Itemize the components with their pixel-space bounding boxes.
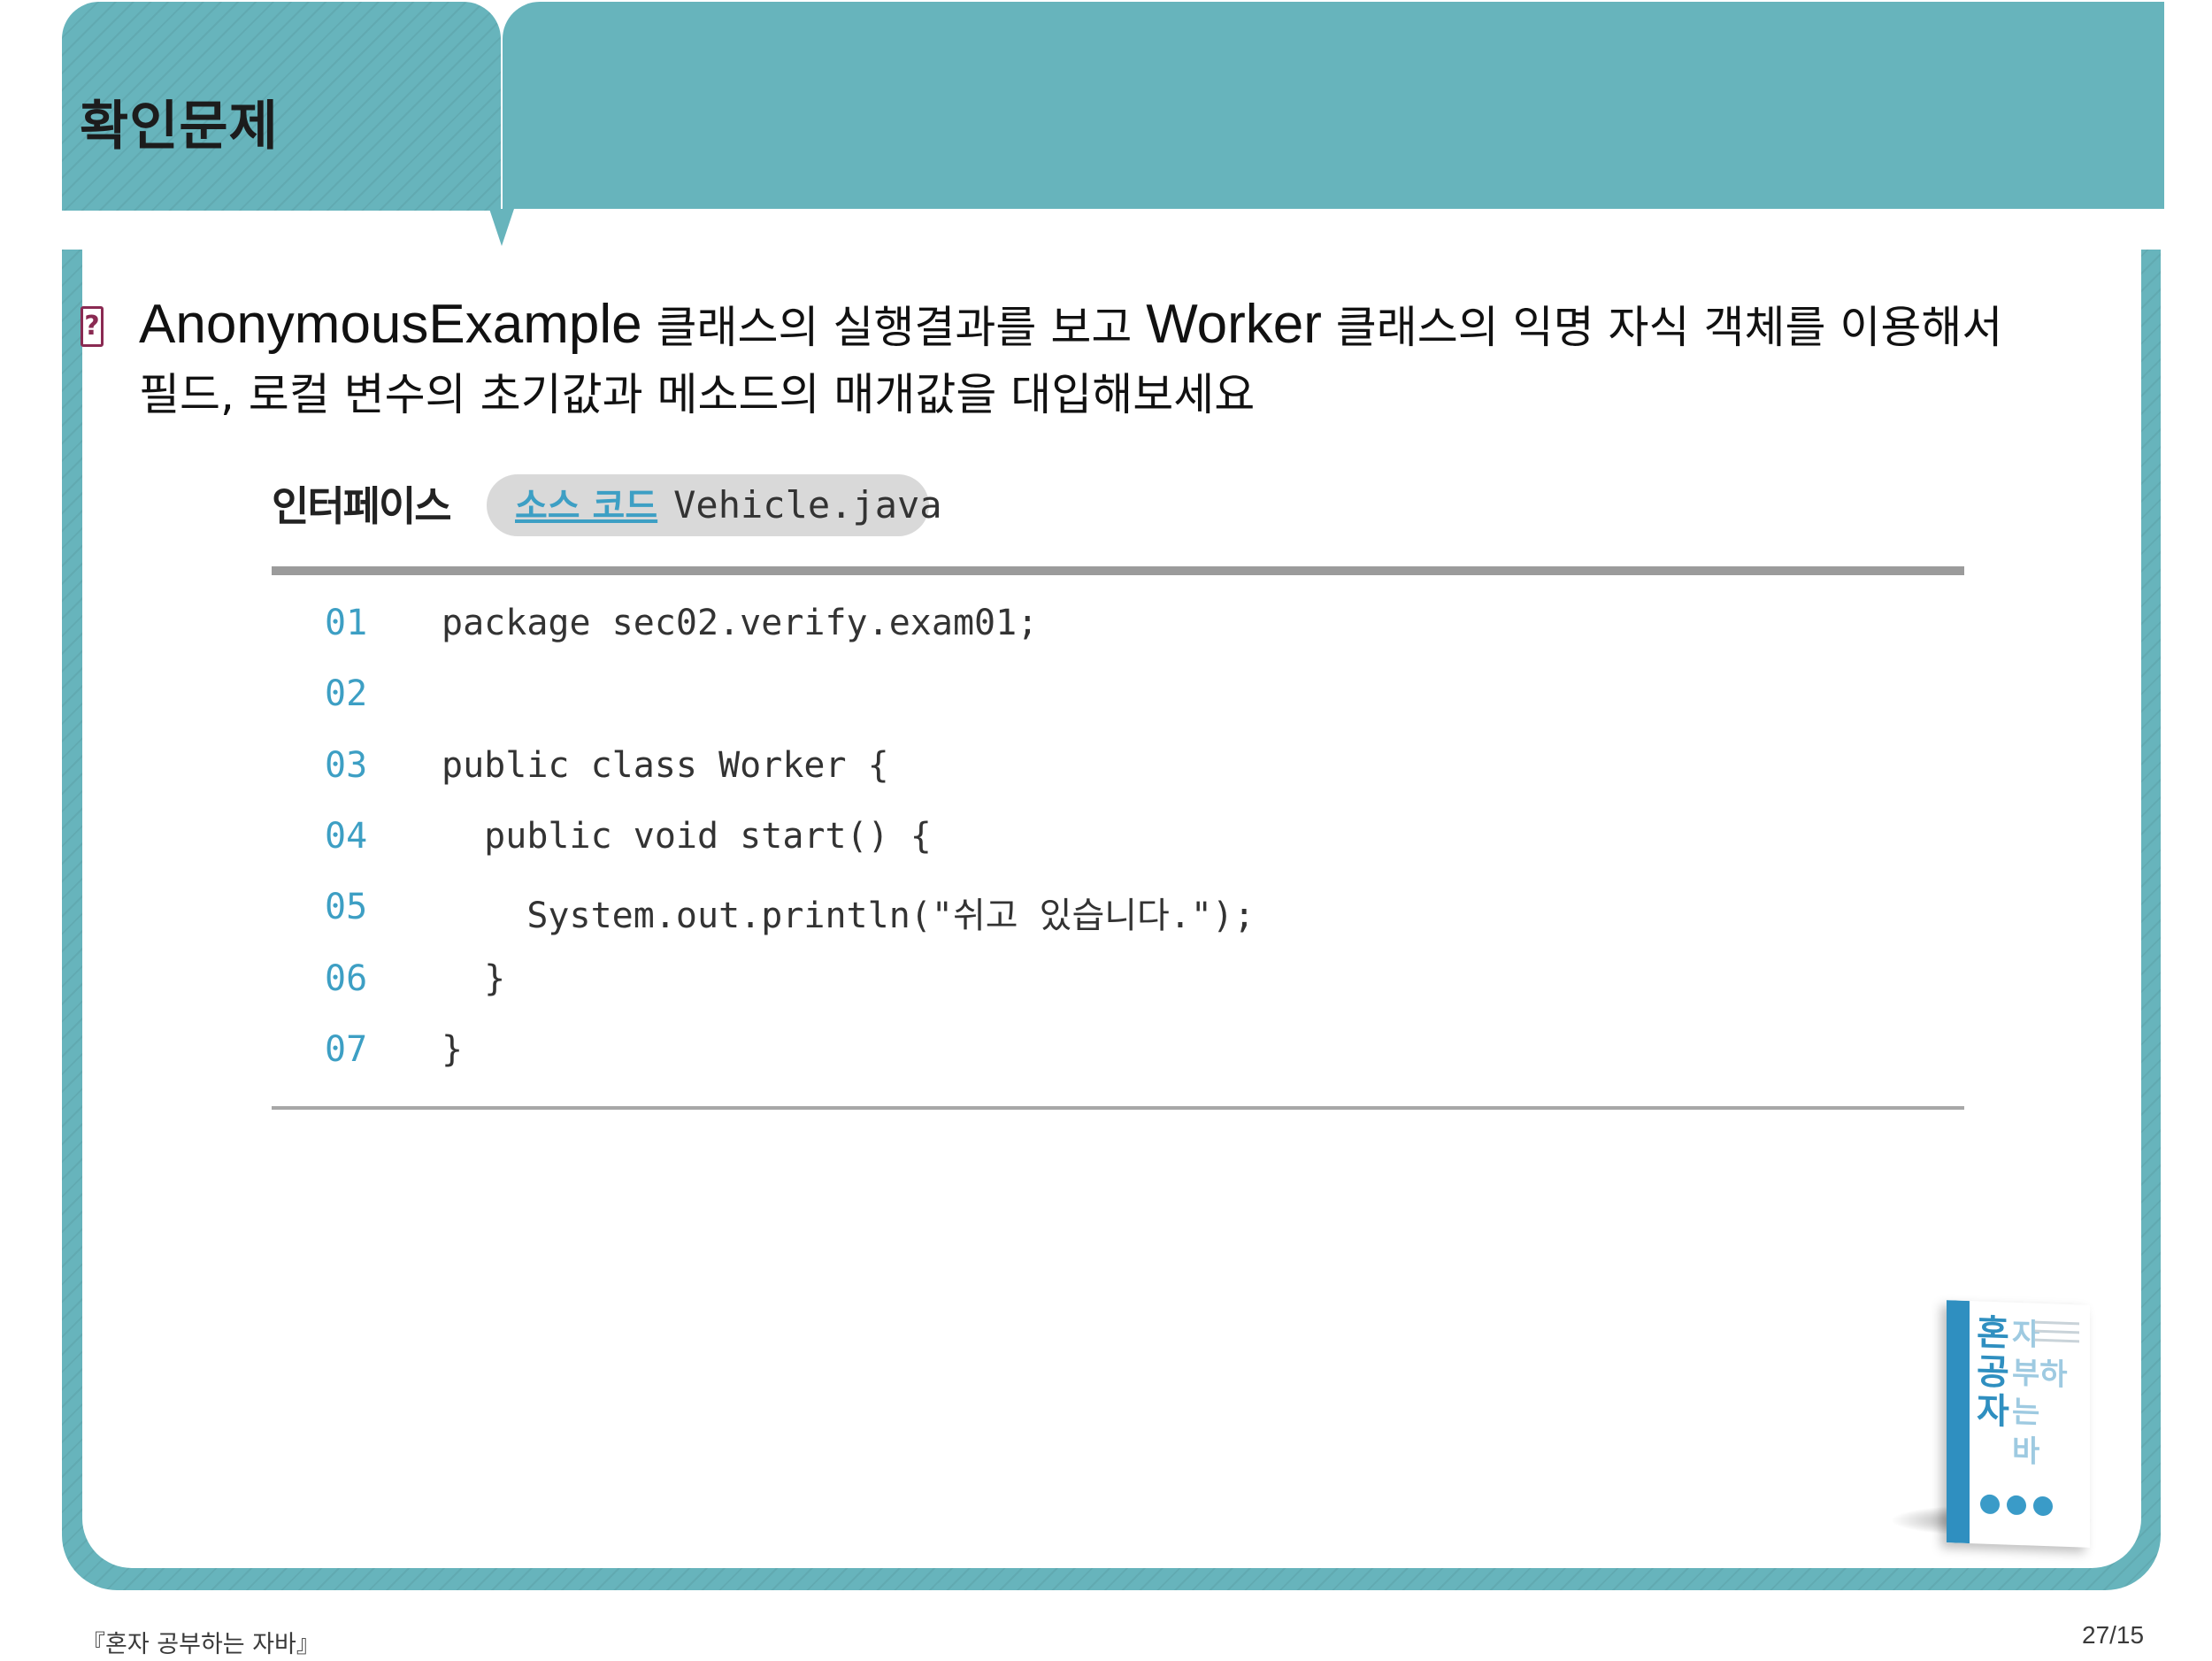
question-fragment: 클래스의 실행결과를 보고 — [641, 302, 1147, 353]
source-file-tag: 소스 코드 Vehicle.java — [487, 474, 942, 536]
source-code-label: 소스 코드 — [515, 486, 658, 527]
code-line: 04 public void start() { — [272, 816, 1964, 869]
line-number: 01 — [325, 603, 368, 643]
book-cover-spine — [1947, 1300, 1970, 1544]
code-line: 02 — [272, 673, 1964, 727]
line-number: 02 — [325, 673, 368, 714]
code-line: 01 package sec02.verify.exam01; — [272, 603, 1964, 656]
page-number: 27/15 — [2082, 1621, 2145, 1649]
line-number: 07 — [325, 1029, 368, 1070]
page-title: 확인문제 — [80, 96, 279, 158]
question-fragment: 클래스의 익명 자식 객체를 이용해서 — [1321, 302, 2003, 353]
question-mark-icon: ? — [81, 306, 104, 347]
question-text-line-2: 필드, 로컬 변수의 초기값과 메소드의 매개값을 대입해보세요 — [139, 369, 1256, 420]
cover-badge — [2033, 1496, 2053, 1517]
class-name-worker: Worker — [1146, 294, 1322, 355]
code-line: 06 } — [272, 958, 1964, 1011]
question-text-line-1: AnonymousExample 클래스의 실행결과를 보고 Worker 클래… — [139, 292, 2002, 356]
code-section-label: 인터페이스 — [272, 482, 452, 530]
code-bottom-rule — [272, 1106, 1964, 1110]
code-text: } — [442, 958, 506, 999]
title-tab: 확인문제 — [62, 2, 501, 211]
code-line: 07 } — [272, 1029, 1964, 1082]
line-number: 05 — [325, 887, 368, 927]
footer-book-title: 『혼자 공부하는 자바』 — [81, 1631, 320, 1658]
title-tab-pointer — [489, 209, 514, 246]
code-text: public class Worker { — [442, 745, 889, 786]
line-number: 04 — [325, 816, 368, 857]
code-text: System.out.println("쉬고 있습니다."); — [442, 896, 1256, 936]
book-cover-title: 혼공자 — [1977, 1312, 2009, 1433]
code-text: public void start() { — [442, 816, 932, 857]
book-cover-image: 혼공자 자 부하는 바 — [1947, 1300, 2090, 1548]
cover-badge — [2007, 1495, 2026, 1516]
line-number: 06 — [325, 958, 368, 999]
class-name-anonymous-example: AnonymousExample — [139, 294, 642, 355]
code-top-rule — [272, 566, 1964, 575]
code-line: 03 public class Worker { — [272, 745, 1964, 798]
line-number: 03 — [325, 745, 368, 786]
code-text: package sec02.verify.exam01; — [442, 603, 1039, 643]
header-band — [503, 2, 2164, 209]
code-line: 05 System.out.println("쉬고 있습니다."); — [272, 887, 1964, 940]
code-text: } — [442, 1029, 464, 1070]
cover-badge — [1980, 1494, 2000, 1515]
source-file-name: Vehicle.java — [673, 483, 942, 527]
